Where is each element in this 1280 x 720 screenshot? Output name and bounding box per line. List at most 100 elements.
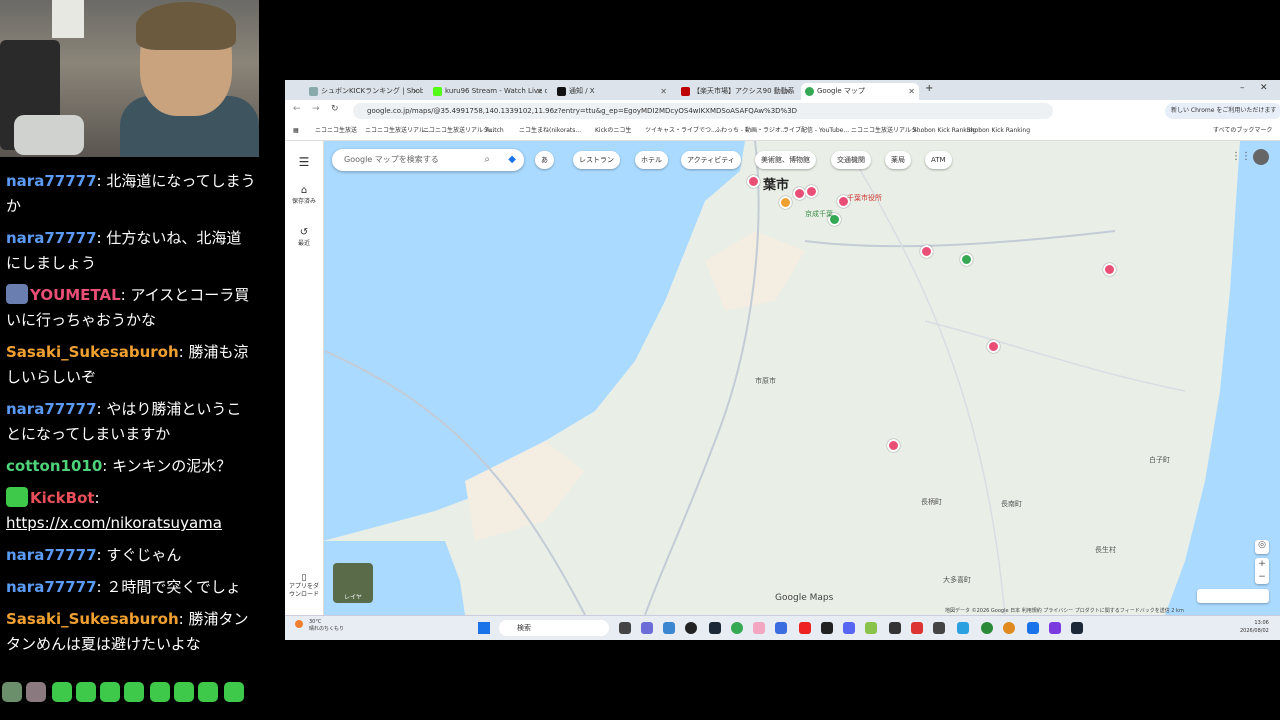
app-icon[interactable] (889, 622, 901, 634)
map-pin[interactable] (1103, 263, 1116, 276)
chip-pharmacy[interactable]: 薬局 (885, 151, 911, 169)
update-chrome-button[interactable]: 新しい Chrome をご利用いただけます (1165, 103, 1280, 119)
chat-username[interactable]: Sasaki_Sukesaburoh (6, 343, 179, 361)
system-clock[interactable]: 13:06 2026/08/02 (1240, 619, 1269, 635)
app-icon[interactable] (957, 622, 969, 634)
windows-start-icon[interactable] (478, 622, 490, 634)
app-icon[interactable] (685, 622, 697, 634)
chat-username[interactable]: nara77777 (6, 400, 97, 418)
chat-username[interactable]: nara77777 (6, 546, 97, 564)
chat-link[interactable]: https://x.com/nikoratsuyama (6, 514, 222, 532)
chat-username[interactable]: nara77777 (6, 578, 97, 596)
search-icon[interactable]: ⌕ (484, 149, 490, 171)
bookmark-item[interactable]: Twitch (485, 125, 504, 137)
url-field[interactable]: google.co.jp/maps/@35.4991758,140.133910… (353, 103, 1053, 119)
bookmark-item[interactable]: ツイキャス・ライブでつ... (645, 125, 717, 137)
bookmark-item[interactable]: ニコニコ生放送リアルタ... (423, 125, 495, 137)
app-icon[interactable] (981, 622, 993, 634)
directions-icon[interactable]: ◆ (508, 149, 516, 171)
app-icon[interactable] (753, 622, 765, 634)
emote-icon[interactable] (2, 682, 22, 702)
app-icon[interactable] (663, 622, 675, 634)
chat-username[interactable]: Sasaki_Sukesaburoh (6, 610, 179, 628)
apps-grid-icon[interactable]: ⋮⋮ (1231, 151, 1251, 162)
obs-icon[interactable] (911, 622, 923, 634)
heart-icon[interactable] (799, 622, 811, 634)
forward-icon[interactable]: → (312, 104, 320, 114)
bookmark-item[interactable]: Shobon Kick Ranking (967, 125, 1030, 137)
new-tab-button[interactable]: + (925, 83, 933, 94)
close-icon[interactable]: ✕ (784, 83, 791, 100)
back-icon[interactable]: ← (293, 104, 301, 114)
chip-activity[interactable]: アクティビティ (681, 151, 741, 169)
emote-icon[interactable] (224, 682, 244, 702)
close-icon[interactable]: ✕ (908, 83, 915, 100)
my-location-icon[interactable]: ◎ (1255, 540, 1269, 554)
app-icon[interactable] (1049, 622, 1061, 634)
map-pin[interactable] (987, 340, 1000, 353)
close-window-icon[interactable]: ✕ (1260, 83, 1268, 93)
discord-icon[interactable] (843, 622, 855, 634)
chip-atm[interactable]: ATM (925, 151, 952, 169)
app-icon[interactable] (1027, 622, 1039, 634)
map-pin[interactable] (779, 196, 792, 209)
emote-icon[interactable] (52, 682, 72, 702)
chip-restaurant[interactable]: レストラン (573, 151, 620, 169)
browser-tab-active[interactable]: Google マップ ✕ (801, 83, 919, 100)
reload-icon[interactable]: ↻ (331, 104, 339, 114)
minimize-icon[interactable]: – (1240, 83, 1245, 93)
taskbar-search[interactable]: 検索 (499, 620, 609, 636)
chat-username[interactable]: YOUMETAL (30, 286, 121, 304)
emote-icon[interactable] (26, 682, 46, 702)
emote-icon[interactable] (198, 682, 218, 702)
bookmark-item[interactable]: ふわっち - 動画・ラジオ... (715, 125, 787, 137)
layers-button[interactable]: レイヤ (333, 563, 373, 603)
browser-tab[interactable]: シュボンKICKランキング | Shobon K✕ (305, 83, 423, 100)
saved-button[interactable]: ⌂ 保存済み (285, 185, 323, 205)
bookmark-item[interactable]: ニコニコ生放送 (315, 125, 357, 137)
chip-transit[interactable]: 交通機関 (831, 151, 871, 169)
steam-icon[interactable] (709, 622, 721, 634)
close-icon[interactable]: ✕ (412, 83, 419, 100)
search-input[interactable]: Google マップを検索する ⌕ ◆ (332, 149, 524, 171)
app-icon[interactable] (821, 622, 833, 634)
chat-username[interactable]: cotton1010 (6, 457, 102, 475)
recent-button[interactable]: ↺ 最近 (285, 227, 323, 247)
map-pin[interactable] (920, 245, 933, 258)
map-pin[interactable] (960, 253, 973, 266)
chrome-icon[interactable] (731, 622, 743, 634)
app-download-button[interactable]: ▯ アプリをダウンロード (285, 573, 323, 599)
app-icon[interactable] (865, 622, 877, 634)
app-icon[interactable] (775, 622, 787, 634)
zoom-control[interactable]: + − (1255, 558, 1269, 584)
bookmark-item[interactable]: ライブ配信 - YouTube... (783, 125, 849, 137)
map-pin[interactable] (747, 175, 760, 188)
emote-icon[interactable] (174, 682, 194, 702)
map-pin[interactable] (887, 439, 900, 452)
close-icon[interactable]: ✕ (536, 83, 543, 100)
chat-username[interactable]: nara77777 (6, 172, 97, 190)
bookmark-item[interactable]: ニコ生まね(nikorats... (519, 125, 581, 137)
ime-mode[interactable]: あ (535, 151, 554, 169)
map-type-toggle[interactable] (1197, 589, 1269, 603)
browser-tab[interactable]: 【楽天市場】アクシス90 動動系の雨✕ (677, 83, 795, 100)
browser-tab[interactable]: 通知 / X ✕ (553, 83, 671, 100)
chat-username[interactable]: KickBot (30, 489, 95, 507)
app-icon[interactable] (1003, 622, 1015, 634)
emote-icon[interactable] (76, 682, 96, 702)
bookmark-item[interactable]: ニコニコ生放送リアルタ... (851, 125, 923, 137)
close-icon[interactable]: ✕ (660, 83, 667, 100)
map-canvas[interactable]: ☰ ⌂ 保存済み ↺ 最近 ▯ アプリをダウンロード レイヤ Google マップを検… (285, 141, 1280, 615)
browser-tab[interactable]: kuru96 Stream - Watch Live on ✕ (429, 83, 547, 100)
app-icon[interactable] (933, 622, 945, 634)
menu-icon[interactable]: ☰ (285, 155, 323, 169)
map-pin[interactable] (805, 185, 818, 198)
chip-hotel[interactable]: ホテル (635, 151, 668, 169)
app-icon[interactable] (1071, 622, 1083, 634)
chat-username[interactable]: nara77777 (6, 229, 97, 247)
apps-icon[interactable]: ▦ (293, 125, 299, 137)
chip-museum[interactable]: 美術館、博物館 (755, 151, 816, 169)
bookmark-item[interactable]: ニコニコ生放送リアル... (365, 125, 431, 137)
app-icon[interactable] (641, 622, 653, 634)
account-avatar[interactable] (1253, 149, 1269, 165)
